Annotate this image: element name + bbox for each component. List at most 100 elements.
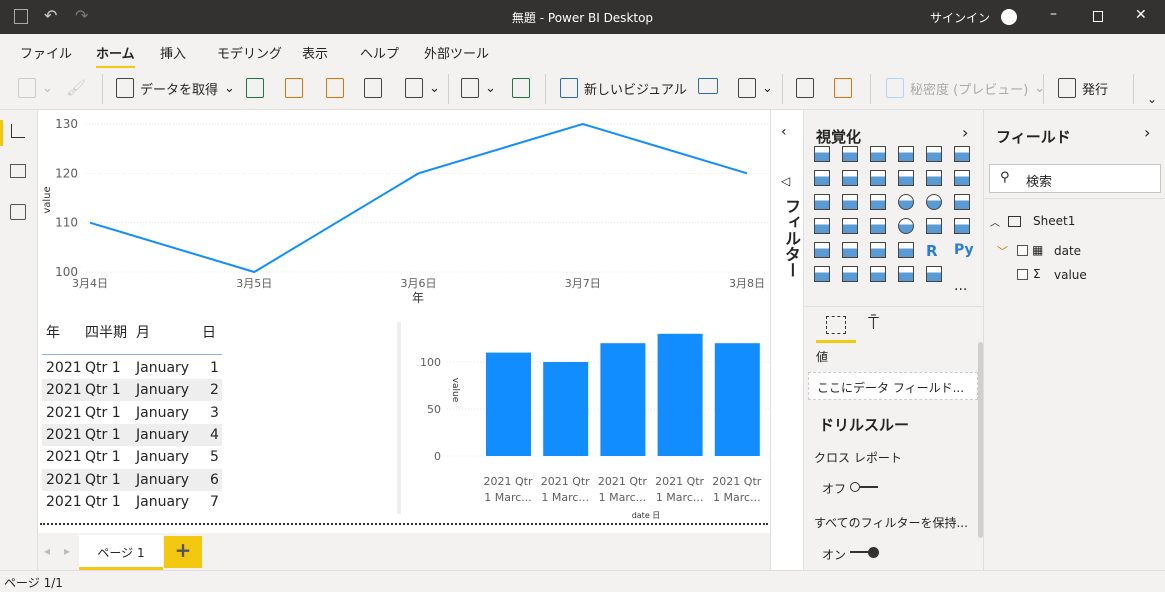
decomposition-tree-visual-icon[interactable]: [842, 266, 858, 282]
keep-filters-toggle[interactable]: [850, 547, 880, 557]
value-checkbox[interactable]: [1017, 269, 1028, 280]
line-column-visual-icon[interactable]: [898, 170, 914, 186]
treemap-visual-icon[interactable]: [954, 194, 970, 210]
more-visuals-button[interactable]: ⌄: [738, 78, 773, 98]
gauge-visual-icon[interactable]: [898, 218, 914, 234]
stacked-area-visual-icon[interactable]: [870, 170, 886, 186]
dataset-button[interactable]: [285, 78, 303, 98]
sql-button[interactable]: [326, 78, 344, 98]
format-painter-icon[interactable]: 🖌: [66, 78, 86, 97]
stacked-bar-visual-icon[interactable]: [814, 146, 830, 162]
page-tab-1[interactable]: ページ 1: [79, 535, 163, 570]
python-visual-visual-icon[interactable]: Py: [954, 242, 972, 260]
recent-sources-button[interactable]: ⌄: [405, 78, 440, 98]
table-row[interactable]: 2021Qtr 1January5: [42, 446, 222, 468]
data-view-icon[interactable]: [10, 164, 26, 178]
table-row[interactable]: 2021Qtr 1January1: [42, 357, 222, 379]
arcgis-visual-icon[interactable]: [898, 266, 914, 282]
kpi-visual-icon[interactable]: [814, 242, 830, 258]
report-view-icon[interactable]: [11, 124, 25, 138]
excel-button[interactable]: [246, 78, 264, 98]
waterfall-visual-icon[interactable]: [814, 194, 830, 210]
format-tab-icon[interactable]: ⍑: [868, 313, 879, 334]
100-bar-visual-icon[interactable]: [926, 146, 942, 162]
multi-row-card-visual-icon[interactable]: [954, 218, 970, 234]
get-data-button[interactable]: データを取得⌄: [116, 78, 235, 98]
filters-pane-collapsed[interactable]: ‹ ◁ フィルター: [770, 110, 803, 570]
values-drop-well[interactable]: ここにデータ フィールド...: [808, 372, 978, 400]
avatar[interactable]: [1001, 9, 1017, 25]
new-measure-button[interactable]: [796, 78, 814, 98]
r-visual-visual-icon[interactable]: R: [926, 242, 944, 260]
enter-data-button[interactable]: [364, 78, 382, 98]
chevron-right-icon[interactable]: ›: [962, 123, 968, 142]
ribbon-visual-icon[interactable]: [954, 170, 970, 186]
quick-measure-button[interactable]: [834, 78, 852, 98]
clustered-column-visual-icon[interactable]: [898, 146, 914, 162]
close-button[interactable]: ✕: [1135, 7, 1147, 23]
table-header-month[interactable]: 月: [136, 322, 150, 342]
chevron-right-icon[interactable]: ›: [1144, 123, 1150, 142]
date-checkbox[interactable]: [1017, 245, 1028, 256]
cross-report-toggle[interactable]: [850, 482, 880, 492]
refresh-button[interactable]: [512, 78, 530, 98]
key-influencers-visual-icon[interactable]: [814, 266, 830, 282]
card-visual-icon[interactable]: [926, 218, 942, 234]
chevron-left-icon[interactable]: ‹: [781, 124, 787, 140]
maximize-button[interactable]: [1093, 11, 1103, 22]
line-visual-icon[interactable]: [814, 170, 830, 186]
stacked-column-visual-icon[interactable]: [842, 146, 858, 162]
filled-map-visual-icon[interactable]: [842, 218, 858, 234]
table-header-year[interactable]: 年: [46, 322, 60, 342]
menu-external-tools[interactable]: 外部ツール: [424, 43, 489, 62]
menu-help[interactable]: ヘルプ: [360, 43, 399, 62]
slicer-visual-icon[interactable]: [842, 242, 858, 258]
qa-visual-icon[interactable]: [870, 266, 886, 282]
menu-view[interactable]: 表示: [302, 43, 328, 62]
pie-visual-icon[interactable]: [898, 194, 914, 210]
prev-page-icon[interactable]: ◂: [44, 544, 50, 558]
table-header-quarter[interactable]: 四半期: [85, 322, 127, 342]
more-visuals-icon[interactable]: ···: [954, 282, 967, 298]
publish-button[interactable]: 発行: [1058, 78, 1108, 98]
donut-visual-icon[interactable]: [926, 194, 942, 210]
fields-tab-icon[interactable]: [826, 316, 846, 334]
menu-file[interactable]: ファイル: [20, 43, 72, 62]
map-visual-icon[interactable]: [814, 218, 830, 234]
text-box-button[interactable]: [698, 78, 718, 94]
shape-map-visual-icon[interactable]: [870, 218, 886, 234]
paste-button[interactable]: ⌄: [18, 78, 53, 98]
table-row[interactable]: 2021Qtr 1January4: [42, 424, 222, 446]
table-row[interactable]: 2021Qtr 1January3: [42, 402, 222, 424]
menu-modeling[interactable]: モデリング: [217, 43, 282, 62]
100-column-visual-icon[interactable]: [954, 146, 970, 162]
clustered-bar-visual-icon[interactable]: [870, 146, 886, 162]
field-value[interactable]: value: [1054, 268, 1087, 282]
table-row[interactable]: 2021Qtr 1January2: [42, 379, 222, 401]
menu-home[interactable]: ホーム: [96, 43, 135, 62]
line-clustered-visual-icon[interactable]: [926, 170, 942, 186]
add-page-button[interactable]: +: [164, 536, 202, 568]
bar-chart[interactable]: 100500value2021 Qtr1 Marc...2021 Qtr1 Ma…: [401, 320, 770, 525]
new-visual-button[interactable]: 新しいビジュアル: [560, 78, 687, 98]
menu-insert[interactable]: 挿入: [160, 43, 186, 62]
field-table-sheet1[interactable]: Sheet1: [1033, 214, 1075, 228]
filters-label[interactable]: フィルター: [779, 198, 803, 278]
line-chart[interactable]: 130120110100value3月4日3月5日3月6日3月7日3月8日年: [38, 110, 770, 310]
matrix-visual-icon[interactable]: [898, 242, 914, 258]
table-row[interactable]: 2021Qtr 1January7: [42, 491, 222, 513]
table-header-day[interactable]: 日: [202, 322, 216, 342]
scatter-visual-icon[interactable]: [870, 194, 886, 210]
model-view-icon[interactable]: [10, 204, 26, 220]
expand-icon[interactable]: ﹀: [997, 243, 1008, 259]
table-visual-icon[interactable]: [870, 242, 886, 258]
next-page-icon[interactable]: ▸: [64, 544, 70, 558]
power-apps-visual-icon[interactable]: [926, 266, 942, 282]
field-date[interactable]: date: [1054, 244, 1081, 258]
collapse-ribbon-icon[interactable]: ⌄: [1147, 92, 1157, 106]
area-visual-icon[interactable]: [842, 170, 858, 186]
sensitivity-button[interactable]: 秘密度 (プレビュー)⌄: [886, 78, 1045, 98]
minimize-button[interactable]: –: [1050, 6, 1057, 22]
transform-button[interactable]: ⌄: [461, 78, 496, 98]
fields-search-input[interactable]: ⚲ 検索: [989, 164, 1161, 193]
